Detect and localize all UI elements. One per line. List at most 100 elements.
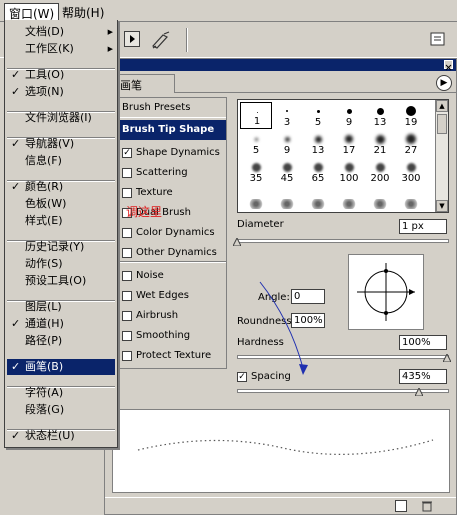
diameter-slider[interactable] [237,239,449,243]
roundness-field[interactable]: 100% [291,313,325,328]
brush-tip-cell[interactable]: 100 [333,158,365,185]
brush-tip-cell[interactable]: 17 [333,130,365,157]
menu-item[interactable]: 路径(P) [7,333,115,349]
brush-size-label: 13 [373,117,387,128]
brush-tip-cell[interactable]: 35 [240,158,272,185]
brush-option-item[interactable]: Protect Texture [120,346,226,366]
toolbar-arrow-button[interactable] [124,31,140,47]
brush-option-item[interactable]: Other Dynamics [120,243,226,263]
brush-option-item[interactable]: Noise [120,266,226,286]
brush-tip-cell[interactable]: 1 [240,102,272,129]
brush-option-item[interactable]: Wet Edges [120,286,226,306]
menu-item[interactable]: ✓ 状态栏(U) [7,428,115,444]
hardness-slider[interactable] [237,355,449,359]
brush-tip-cell[interactable]: 13 [302,130,334,157]
option-checkbox[interactable]: ✓ [122,148,132,158]
scroll-thumb[interactable] [437,114,447,134]
menu-item[interactable]: 图层(L) [7,299,115,315]
textured-brush-icon[interactable] [279,199,295,209]
brush-angle-preview[interactable] [348,254,424,330]
menu-item[interactable]: 段落(G) [7,402,115,418]
menu-item[interactable]: 文件浏览器(I) [7,110,115,126]
brush-size-label: 5 [252,145,260,156]
option-checkbox[interactable] [122,168,132,178]
menu-item[interactable]: ✓ 选项(N) [7,84,115,100]
trash-icon[interactable] [421,500,433,512]
close-icon[interactable] [444,60,453,71]
menu-item[interactable]: 文档(D) ▶ [7,24,115,40]
menu-item[interactable]: 信息(F) [7,153,115,169]
brush-tip-cell[interactable]: 3 [271,102,303,129]
brush-option-item[interactable]: Smoothing [120,326,226,346]
textured-brush-icon[interactable] [372,199,388,209]
brush-grid-scrollbar[interactable]: ▲ ▼ [435,100,448,212]
spacing-slider-thumb[interactable] [414,386,424,397]
brush-tip-cell[interactable]: 300 [395,158,427,185]
brush-presets-item[interactable]: Brush Presets [120,98,226,118]
menu-item[interactable]: ✓ 导航器(V) [7,136,115,152]
brush-tip-cell[interactable]: 27 [395,130,427,157]
brush-option-item[interactable]: Color Dynamics [120,223,226,243]
option-label: Smoothing [136,330,191,341]
palette-menu-button[interactable]: ▶ [436,75,452,91]
brush-tip-icon [346,108,352,114]
menu-item[interactable]: ✓ 颜色(R) [7,179,115,195]
scroll-down-icon[interactable]: ▼ [436,200,448,212]
hardness-slider-thumb[interactable] [442,352,452,363]
new-preset-icon[interactable] [395,500,407,512]
textured-brush-icon[interactable] [310,199,326,209]
scroll-up-icon[interactable]: ▲ [436,100,448,112]
menu-item[interactable]: 工作区(K) ▶ [7,41,115,57]
textured-brush-icon[interactable] [403,199,419,209]
menu-item[interactable]: 字符(A) [7,385,115,401]
menu-item[interactable]: 预设工具(O) [7,273,115,289]
brush-tip-cell[interactable]: 9 [271,130,303,157]
menu-item[interactable]: ✓ 通道(H) [7,316,115,332]
menu-item-label: 导航器(V) [25,137,75,150]
option-checkbox[interactable] [122,331,132,341]
diameter-slider-thumb[interactable] [232,236,242,247]
hardness-field[interactable]: 100% [399,335,447,350]
angle-field[interactable]: 0 [291,289,325,304]
brush-tip-cell[interactable]: 45 [271,158,303,185]
brush-option-item[interactable]: ✓ Shape Dynamics [120,143,226,163]
diameter-label: Diameter [237,219,284,230]
menu-item[interactable]: ✓ 工具(O) [7,67,115,83]
brush-tip-cell[interactable]: 13 [364,102,396,129]
palette-well-icon[interactable] [430,31,446,47]
brush-tip-cell[interactable]: 9 [333,102,365,129]
option-checkbox[interactable] [122,248,132,258]
menu-item[interactable]: 历史记录(Y) [7,239,115,255]
option-checkbox[interactable] [122,291,132,301]
menu-item[interactable]: 色板(W) [7,196,115,212]
menu-item[interactable]: 动作(S) [7,256,115,272]
brush-tip-cell[interactable]: 5 [240,130,272,157]
menu-window[interactable]: 窗口(W) [4,3,60,21]
menu-help[interactable]: 帮助(H) [58,3,108,20]
brush-tip-icon [375,162,385,172]
spacing-checkbox[interactable]: ✓ [237,372,247,382]
brush-tip-cell[interactable]: 200 [364,158,396,185]
brush-option-item[interactable]: Scattering [120,163,226,183]
brush-tip-shape-item[interactable]: Brush Tip Shape [120,120,226,140]
option-checkbox[interactable] [122,228,132,238]
option-checkbox[interactable] [122,271,132,281]
option-label: Texture [136,187,173,198]
airbrush-icon[interactable] [150,29,172,51]
option-checkbox[interactable] [122,351,132,361]
brush-tip-cell[interactable]: 19 [395,102,427,129]
brush-tip-cell[interactable]: 21 [364,130,396,157]
menu-item[interactable]: 样式(E) [7,213,115,229]
option-checkbox[interactable] [122,311,132,321]
spacing-field[interactable]: 435% [399,369,447,384]
textured-brush-icon[interactable] [248,199,264,209]
brush-option-item[interactable]: Airbrush [120,306,226,326]
brush-option-item[interactable]: Texture [120,183,226,203]
textured-brush-icon[interactable] [341,199,357,209]
brush-tip-cell[interactable]: 65 [302,158,334,185]
diameter-field[interactable]: 1 px [399,219,447,234]
brush-tip-cell[interactable]: 5 [302,102,334,129]
palette-titlebar[interactable] [105,59,456,71]
option-checkbox[interactable] [122,188,132,198]
menu-item[interactable]: ✓ 画笔(B) [7,359,115,375]
